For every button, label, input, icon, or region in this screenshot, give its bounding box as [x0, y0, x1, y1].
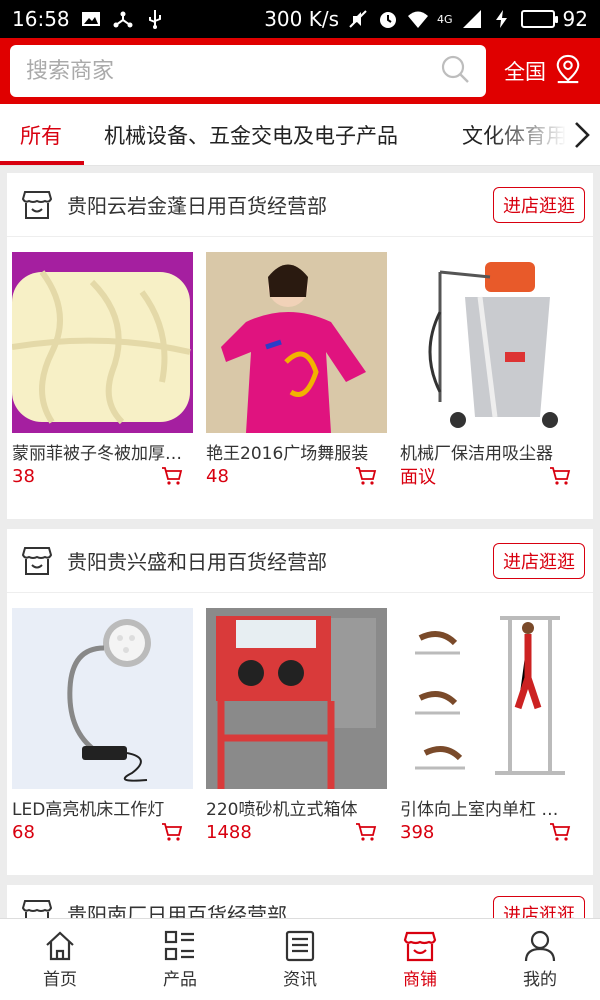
signal-icon: [461, 8, 483, 30]
nav-profile[interactable]: 我的: [480, 919, 600, 1000]
status-time: 16:58: [12, 7, 70, 31]
location-pin-icon: [554, 54, 582, 89]
mute-icon: [347, 8, 369, 30]
product-image-fitness-rack[interactable]: [400, 608, 581, 789]
shop-name: 贵阳贵兴盛和日用百货经营部: [67, 550, 327, 574]
cart-icon[interactable]: [549, 466, 571, 486]
product-name: 蒙丽菲被子冬被加厚保暖: [12, 444, 182, 461]
nav-home[interactable]: 首页: [0, 919, 120, 1000]
share-notification-icon: [112, 8, 134, 30]
usb-icon: [144, 8, 166, 30]
region-label: 全国: [504, 60, 546, 84]
product-price: 面议: [400, 467, 436, 488]
tab-machinery[interactable]: 机械设备、五金交电及电子产品: [104, 104, 398, 165]
product-name: 220喷砂机立式箱体: [206, 800, 358, 817]
nav-label: 首页: [43, 970, 77, 990]
product-card[interactable]: 蒙丽菲被子冬被加厚保暖 38: [12, 252, 193, 489]
product-card[interactable]: LED高亮机床工作灯 68: [12, 608, 193, 845]
nav-label: 资讯: [283, 970, 317, 990]
product-card[interactable]: 220喷砂机立式箱体 1488: [206, 608, 387, 845]
tab-all[interactable]: 所有: [20, 104, 62, 165]
nav-label: 我的: [523, 970, 557, 990]
nav-shops[interactable]: 商铺: [360, 919, 480, 1000]
active-tab-indicator: [0, 161, 84, 165]
product-image-dance-top[interactable]: [206, 252, 387, 433]
status-bar: 16:58 300 K/s 4G 92: [0, 0, 600, 38]
search-input[interactable]: [26, 58, 440, 84]
product-price: 38: [12, 465, 35, 487]
cart-icon[interactable]: [161, 822, 183, 842]
shop-card: 贵阳贵兴盛和日用百货经营部 进店逛逛 LED高亮机床工作灯 68 220喷砂机立…: [7, 529, 593, 875]
shop-name: 贵阳云岩金蓬日用百货经营部: [67, 194, 327, 218]
product-image-quilt[interactable]: [12, 252, 193, 433]
battery-icon: [520, 10, 558, 28]
cart-icon[interactable]: [355, 822, 377, 842]
product-image-vacuum[interactable]: [400, 252, 581, 433]
nav-label: 产品: [163, 970, 197, 990]
product-price: 68: [12, 821, 35, 843]
product-card[interactable]: 机械厂保洁用吸尘器 面议: [400, 252, 581, 489]
header-bar: 全国: [0, 38, 600, 104]
product-name: 艳王2016广场舞服装: [206, 444, 369, 461]
product-price: 48: [206, 465, 229, 487]
grid-list-icon: [164, 930, 194, 961]
battery-percent: 92: [562, 7, 588, 31]
product-name: 引体向上室内单杠 健身: [400, 800, 570, 817]
enter-shop-button[interactable]: 进店逛逛: [493, 542, 585, 579]
bottom-navigation: 首页 产品 资讯 商铺 我的: [0, 918, 600, 1000]
product-image-sandblast-cabinet[interactable]: [206, 608, 387, 789]
enter-shop-button[interactable]: 进店逛逛: [493, 186, 585, 223]
shop-icon: [21, 546, 53, 575]
search-icon[interactable]: [440, 54, 470, 88]
nav-label: 商铺: [403, 970, 437, 990]
shop-card: 贵阳云岩金蓬日用百货经营部 进店逛逛 蒙丽菲被子冬被加厚保暖 38 艳王2016…: [7, 173, 593, 519]
alarm-icon: [377, 8, 399, 30]
wifi-icon: [407, 8, 429, 30]
product-card[interactable]: 引体向上室内单杠 健身 398: [400, 608, 581, 845]
product-name: LED高亮机床工作灯: [12, 800, 165, 817]
charging-icon: [491, 8, 513, 30]
nav-products[interactable]: 产品: [120, 919, 240, 1000]
cart-icon[interactable]: [355, 466, 377, 486]
product-price: 1488: [206, 821, 252, 843]
news-icon: [285, 930, 315, 962]
product-image-led-lamp[interactable]: [12, 608, 193, 789]
cart-icon[interactable]: [161, 466, 183, 486]
network-type: 4G: [437, 12, 453, 26]
product-name: 机械厂保洁用吸尘器: [400, 444, 553, 461]
product-price: 398: [400, 821, 435, 843]
search-box[interactable]: [10, 45, 486, 97]
category-tabs: 所有 机械设备、五金交电及电子产品 文化体育用品: [0, 104, 600, 166]
nav-news[interactable]: 资讯: [240, 919, 360, 1000]
user-icon: [524, 930, 556, 962]
shop-icon: [21, 190, 53, 219]
product-card[interactable]: 艳王2016广场舞服装 48: [206, 252, 387, 489]
region-selector[interactable]: 全国: [504, 54, 582, 89]
cart-icon[interactable]: [549, 822, 571, 842]
shop-icon: [403, 931, 437, 962]
home-icon: [46, 931, 74, 961]
network-speed: 300 K/s: [264, 7, 340, 31]
image-notification-icon: [80, 8, 102, 30]
chevron-right-icon[interactable]: [570, 120, 594, 150]
